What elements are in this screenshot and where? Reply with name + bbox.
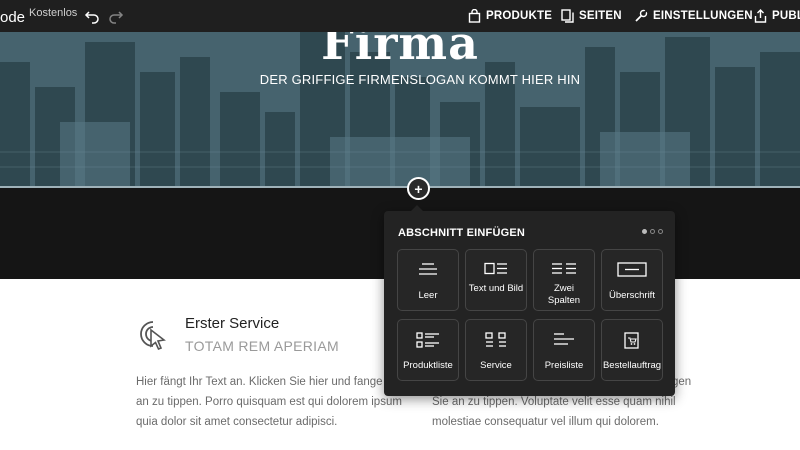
cursor-click-icon — [135, 316, 171, 352]
tile-label: Preisliste — [544, 360, 584, 371]
tile-label: Text und Bild — [468, 283, 524, 294]
tile-bestellauftrag[interactable]: Bestellauftrag — [601, 319, 663, 381]
redo-icon[interactable] — [108, 8, 124, 24]
tile-produktliste[interactable]: Produktliste — [397, 319, 459, 381]
tile-label: Zwei Spalten — [547, 283, 581, 306]
tile-zwei-spalten[interactable]: Zwei Spalten — [533, 249, 595, 311]
tile-label: Bestellauftrag — [602, 360, 662, 371]
publish-upload-icon — [754, 9, 767, 23]
service-grid-icon — [466, 332, 526, 348]
tile-service[interactable]: Service — [465, 319, 527, 381]
service-description[interactable]: Hier fängt Ihr Text an. Klicken Sie hier… — [136, 372, 406, 432]
tile-text-und-bild[interactable]: Text und Bild — [465, 249, 527, 311]
tile-preisliste[interactable]: Preisliste — [533, 319, 595, 381]
add-section-button[interactable]: + — [407, 177, 430, 200]
text-image-icon — [466, 262, 526, 278]
popup-title: ABSCHNITT EINFÜGEN — [398, 227, 526, 239]
page-indicator — [642, 229, 663, 234]
hero-slogan[interactable]: DER GRIFFIGE FIRMENSLOGAN KOMMT HIER HIN — [0, 72, 800, 87]
service-title[interactable]: Erster Service — [185, 315, 279, 332]
text-line: molestiae consequatur vel illum qui dolo… — [432, 416, 659, 428]
blank-section-icon — [398, 262, 458, 278]
product-list-icon — [398, 332, 458, 348]
tile-label: Service — [480, 360, 512, 371]
nav-label: SEITEN — [579, 10, 622, 22]
page-dot[interactable] — [650, 229, 655, 234]
heading-icon — [602, 262, 662, 278]
nav-label: PUBLI — [772, 10, 800, 22]
insert-section-popup: ABSCHNITT EINFÜGEN Leer Text und Bild Zw… — [384, 205, 675, 396]
page-dot[interactable] — [658, 229, 663, 234]
tile-label: Leer — [418, 290, 438, 301]
two-columns-icon — [534, 262, 594, 278]
tile-leer[interactable]: Leer — [397, 249, 459, 311]
nav-label: PRODUKTE — [486, 10, 553, 22]
page-dot[interactable] — [642, 229, 647, 234]
tile-ueberschrift[interactable]: Überschrift — [601, 249, 663, 311]
nav-label: EINSTELLUNGEN — [653, 10, 753, 22]
nav-publish[interactable]: PUBLI — [754, 0, 800, 32]
order-form-icon — [602, 332, 662, 349]
service-subtitle[interactable]: TOTAM REM APERIAM — [185, 338, 339, 354]
hero-title[interactable]: Firma — [0, 32, 800, 70]
plan-badge: Kostenlos — [29, 7, 78, 19]
top-toolbar: ode Kostenlos PRODUKTE SEITEN EINSTELLUN… — [0, 0, 800, 32]
shopping-bag-icon — [468, 9, 481, 23]
undo-icon[interactable] — [84, 8, 100, 24]
nav-einstellungen[interactable]: EINSTELLUNGEN — [634, 0, 753, 32]
nav-produkte[interactable]: PRODUKTE — [468, 0, 552, 32]
brand-logo[interactable]: ode — [0, 9, 25, 26]
tile-label: Überschrift — [609, 290, 655, 301]
pages-icon — [561, 9, 574, 23]
nav-seiten[interactable]: SEITEN — [561, 0, 622, 32]
popup-pointer — [411, 205, 423, 211]
tile-label: Produktliste — [403, 360, 453, 371]
wrench-icon — [634, 9, 648, 23]
hero-section[interactable]: Firma DER GRIFFIGE FIRMENSLOGAN KOMMT HI… — [0, 32, 800, 187]
price-list-icon — [534, 332, 594, 348]
